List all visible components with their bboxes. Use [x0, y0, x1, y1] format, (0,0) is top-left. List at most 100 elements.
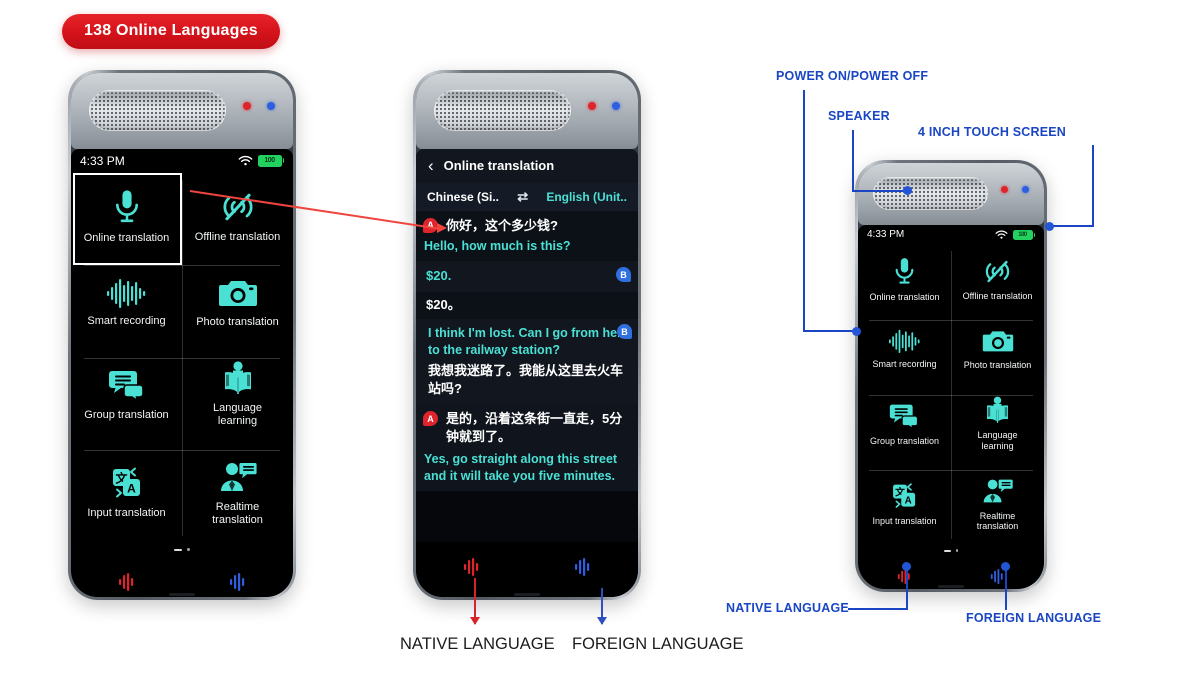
app-label: Realtime translation — [212, 501, 263, 526]
chat-bubbles-icon — [889, 402, 920, 430]
foreign-language-caption: FOREIGN LANGUAGE — [572, 635, 744, 653]
app-label: Group translation — [869, 435, 940, 446]
message-translation: Hello, how much is this? — [424, 238, 571, 253]
chat-message-translation-row[interactable]: $20。 — [416, 291, 638, 320]
foreign-language-button[interactable] — [229, 572, 247, 597]
app-group-translation[interactable]: Group translation — [71, 345, 182, 444]
svg-text:A: A — [127, 482, 136, 496]
microphone-slot — [938, 585, 964, 588]
screen-home[interactable]: 4:33 PM 100 Online translation Offline t… — [858, 224, 1044, 589]
swap-arrows-icon[interactable]: ⇄ — [517, 189, 528, 205]
waveform-icon — [106, 278, 148, 308]
camera-icon — [982, 328, 1014, 354]
person-speech-icon — [219, 460, 257, 494]
page-indicator — [71, 543, 293, 557]
app-label: Online translation — [869, 292, 940, 303]
language-selector-bar[interactable]: Chinese (Si.. ⇄ English (Unit.. — [416, 182, 638, 211]
page-dot-active[interactable] — [174, 548, 182, 552]
app-online-translation[interactable]: Online translation — [71, 173, 182, 261]
led-indicator-blue — [612, 101, 620, 110]
message-original: $20. — [426, 268, 452, 284]
screen-home[interactable]: 4:33 PM 100 Online translation Offline t… — [71, 148, 293, 597]
status-time: 4:33 PM — [80, 153, 125, 168]
app-language-learning[interactable]: Language learning — [951, 384, 1044, 465]
foreign-language-button[interactable] — [574, 557, 592, 582]
app-label: Smart recording — [872, 359, 937, 370]
online-languages-badge: 138 Online Languages — [62, 14, 280, 49]
status-time: 4:33 PM — [867, 229, 905, 241]
battery-level: 100 — [257, 154, 282, 167]
app-input-translation[interactable]: 文 A Input translation — [858, 464, 951, 545]
foreign-language-button[interactable] — [990, 568, 1005, 589]
camera-icon — [218, 277, 258, 309]
app-photo-translation[interactable]: Photo translation — [951, 316, 1044, 384]
app-label: Input translation — [87, 507, 166, 520]
open-book-icon — [983, 396, 1012, 424]
chat-message[interactable]: A 是的，沿着这条街一直走，5分钟就到了。 Yes, go straight a… — [416, 404, 638, 492]
native-language-caption: NATIVE LANGUAGE — [400, 635, 555, 653]
callout-speaker-dot — [903, 186, 912, 195]
app-grid[interactable]: Online translation Offline translation S… — [71, 172, 293, 543]
native-language-button[interactable] — [463, 557, 481, 582]
app-label: Realtime translation — [976, 510, 1019, 532]
app-realtime-translation[interactable]: Realtime translation — [951, 464, 1044, 545]
page-indicator — [858, 545, 1044, 557]
callout-speaker-line-v — [852, 130, 854, 191]
app-smart-recording[interactable]: Smart recording — [858, 316, 951, 384]
speaker-badge-b: B — [616, 267, 631, 283]
battery-level: 100 — [1012, 229, 1033, 240]
message-translation: Yes, go straight along this street and i… — [424, 452, 618, 483]
callout-speaker-label: SPEAKER — [828, 109, 890, 123]
callout-screen-line-v — [1092, 145, 1094, 227]
app-online-translation[interactable]: Online translation — [858, 245, 951, 316]
app-group-translation[interactable]: Group translation — [858, 384, 951, 465]
red-connector-arrowhead — [437, 223, 447, 233]
app-realtime-translation[interactable]: Realtime translation — [182, 444, 293, 543]
app-label: Online translation — [83, 231, 170, 244]
callout-native-line-v — [906, 568, 908, 610]
app-smart-recording[interactable]: Smart recording — [71, 261, 182, 345]
chat-bubbles-icon — [108, 368, 146, 402]
person-speech-icon — [982, 477, 1013, 505]
app-label: Photo translation — [196, 316, 279, 328]
led-indicator-blue — [1022, 186, 1029, 194]
app-input-translation[interactable]: 文 A Input translation — [71, 444, 182, 543]
callout-power-label: POWER ON/POWER OFF — [776, 69, 929, 83]
app-offline-translation[interactable]: Offline translation — [951, 245, 1044, 316]
speaker-icon — [88, 89, 227, 131]
battery-icon: 100 — [1012, 229, 1035, 240]
message-original: 你好，这个多少钱? — [446, 217, 558, 233]
chevron-left-icon[interactable]: ‹ — [428, 156, 434, 176]
app-grid[interactable]: Online translation Offline translation S… — [858, 245, 1044, 545]
chat-message[interactable]: A 你好，这个多少钱? Hello, how much is this? — [416, 210, 638, 262]
app-label: Smart recording — [87, 315, 166, 327]
page-dot[interactable] — [187, 548, 190, 552]
app-label: Offline translation — [962, 291, 1033, 302]
speaker-icon — [433, 89, 572, 131]
chat-message[interactable]: B I think I'm lost. Can I go from here t… — [416, 319, 638, 405]
page-dot[interactable] — [955, 549, 959, 553]
app-language-learning[interactable]: Language learning — [182, 345, 293, 444]
target-language[interactable]: English (Unit.. — [546, 190, 627, 204]
text-translate-icon: 文 A — [889, 482, 920, 510]
callout-foreign-line-v — [1005, 568, 1007, 610]
chat-message[interactable]: B $20. — [416, 261, 638, 292]
native-language-button[interactable] — [118, 572, 136, 597]
microphone-icon — [110, 189, 144, 225]
battery-icon: 100 — [257, 154, 284, 167]
chat-message-list[interactable]: A 你好，这个多少钱? Hello, how much is this? B $… — [416, 210, 638, 542]
message-translation: $20。 — [426, 296, 461, 312]
app-label: Group translation — [84, 408, 169, 421]
status-bar: 4:33 PM 100 — [71, 149, 293, 173]
page-dot-active[interactable] — [943, 549, 951, 552]
app-offline-translation[interactable]: Offline translation — [182, 173, 293, 261]
source-language[interactable]: Chinese (Si.. — [427, 190, 499, 204]
speaker-icon — [872, 176, 989, 210]
microphone-icon — [891, 257, 918, 286]
bottom-mic-bar[interactable] — [416, 542, 638, 597]
device-top-bezel — [858, 163, 1044, 225]
app-photo-translation[interactable]: Photo translation — [182, 261, 293, 345]
bottom-mic-bar[interactable] — [71, 557, 293, 597]
screen-online-translation[interactable]: ‹ Online translation Chinese (Si.. ⇄ Eng… — [416, 148, 638, 597]
native-language-button[interactable] — [897, 568, 912, 589]
